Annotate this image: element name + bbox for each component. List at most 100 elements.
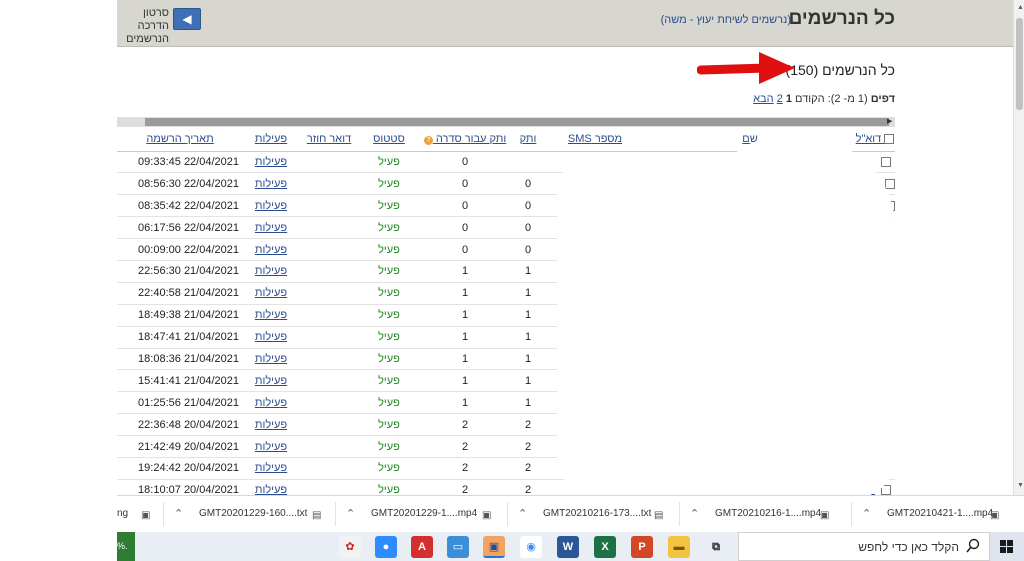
horizontal-scrollbar-thumb[interactable] bbox=[145, 118, 889, 126]
actions-link[interactable]: פעילות bbox=[243, 479, 299, 495]
download-item[interactable]: ⌃ GMT20201229-1....mp4 ▣ bbox=[336, 496, 508, 533]
pager-page-2[interactable]: 2 bbox=[777, 93, 783, 105]
bounce-cell bbox=[299, 391, 359, 415]
tag-cell: 1 bbox=[511, 304, 545, 327]
scroll-down-icon[interactable]: ▼ bbox=[1017, 482, 1024, 489]
download-item[interactable]: ⌃ GMT20210421-1....mp4 ▣ bbox=[852, 496, 1024, 533]
download-item[interactable]: ng ▣ bbox=[117, 496, 163, 533]
arrow-left-icon: ◀ bbox=[182, 12, 192, 26]
col-header-date[interactable]: תאריך הרשמה bbox=[117, 127, 243, 152]
file-explorer-icon[interactable]: ▬ bbox=[668, 536, 690, 558]
tag-cell: 2 bbox=[511, 457, 545, 480]
actions-link[interactable]: פעילות bbox=[243, 151, 299, 174]
col-header-actions[interactable]: פעילות bbox=[243, 127, 299, 152]
photos-icon[interactable]: ▭ bbox=[447, 536, 469, 558]
select-all-checkbox[interactable] bbox=[884, 133, 895, 144]
col-header-bounce[interactable]: דואר חוזר bbox=[299, 127, 359, 152]
actions-link[interactable]: פעילות bbox=[243, 348, 299, 371]
word-icon[interactable]: W bbox=[557, 536, 579, 558]
back-button[interactable]: ◀ bbox=[173, 8, 201, 30]
search-icon bbox=[966, 538, 980, 553]
col-header-tag[interactable]: ותק bbox=[511, 127, 545, 152]
taskbar-search-box[interactable]: הקלד כאן כדי לחפש bbox=[738, 532, 990, 561]
acrobat-icon[interactable]: A bbox=[411, 536, 433, 558]
row-checkbox[interactable] bbox=[881, 157, 891, 168]
actions-link[interactable]: פעילות bbox=[243, 260, 299, 283]
actions-link[interactable]: פעילות bbox=[243, 304, 299, 327]
pager-next[interactable]: הבא bbox=[753, 93, 773, 105]
video-file-icon: ▣ bbox=[482, 510, 492, 521]
actions-link[interactable]: פעילות bbox=[243, 369, 299, 393]
col-header-sms[interactable]: מספר SMS bbox=[545, 127, 645, 152]
actions-link[interactable]: פעילות bbox=[243, 391, 299, 415]
chevron-up-icon[interactable]: ⌃ bbox=[518, 507, 527, 520]
select-all-checkbox-cell[interactable]: דוא"ל bbox=[855, 127, 895, 152]
actions-link[interactable]: פעילות bbox=[243, 413, 299, 437]
tag-cell: 1 bbox=[511, 391, 545, 415]
vertical-scrollbar-thumb[interactable] bbox=[1016, 18, 1023, 110]
pager-prev: הקודם bbox=[795, 93, 825, 105]
status-cell: פעיל bbox=[359, 391, 419, 415]
excel-icon[interactable]: X bbox=[594, 536, 616, 558]
tag-series-cell: 2 bbox=[419, 413, 511, 437]
tag-cell: 2 bbox=[511, 435, 545, 458]
task-view-icon[interactable]: ⧉ bbox=[705, 536, 727, 558]
tag-series-cell: 2 bbox=[419, 435, 511, 458]
chevron-up-icon[interactable]: ⌃ bbox=[690, 507, 699, 520]
zoom-icon[interactable]: ● bbox=[375, 536, 397, 558]
row-checkbox[interactable] bbox=[884, 178, 895, 189]
windows-taskbar: %. ✿ ● A ▭ ▣ ◉ W X P ▬ ⧉ הקלד כאן כדי לח… bbox=[117, 532, 1024, 561]
date-cell: 22/04/2021 09:33:45 bbox=[117, 151, 243, 174]
actions-link[interactable]: פעילות bbox=[243, 435, 299, 458]
bounce-cell bbox=[299, 304, 359, 327]
powerpoint-icon[interactable]: P bbox=[631, 536, 653, 558]
col-header-status[interactable]: סטטוס bbox=[359, 127, 419, 152]
remote-desktop-icon[interactable]: ▣ bbox=[483, 536, 505, 558]
date-cell: 21/04/2021 15:41:41 bbox=[117, 369, 243, 393]
chevron-up-icon[interactable]: ⌃ bbox=[174, 507, 183, 520]
bounce-cell bbox=[299, 216, 359, 240]
bounce-cell bbox=[299, 435, 359, 458]
tag-cell: 0 bbox=[511, 172, 545, 196]
pager-current-page: 1 bbox=[785, 93, 792, 105]
horizontal-scrollbar[interactable]: ▶ bbox=[117, 117, 895, 127]
status-cell: פעיל bbox=[359, 326, 419, 349]
bounce-cell bbox=[299, 326, 359, 349]
pager: דפים (1 מ- 2): הקודם 1 2 הבא bbox=[753, 93, 895, 105]
actions-link[interactable]: פעילות bbox=[243, 457, 299, 480]
actions-link[interactable]: פעילות bbox=[243, 194, 299, 218]
pager-range: (1 מ- 2): bbox=[827, 93, 868, 105]
col-header-tag-series[interactable]: ותק עבור סדרה ? bbox=[419, 127, 511, 152]
chrome-icon[interactable]: ◉ bbox=[520, 536, 542, 558]
start-button[interactable] bbox=[990, 532, 1024, 561]
download-item[interactable]: ⌃ GMT20210216-173....txt ▤ bbox=[508, 496, 680, 533]
download-item[interactable]: ⌃ GMT20210216-1....mp4 ▣ bbox=[680, 496, 852, 533]
help-icon[interactable]: ? bbox=[423, 135, 433, 145]
actions-link[interactable]: פעילות bbox=[243, 326, 299, 349]
actions-link[interactable]: פעילות bbox=[243, 216, 299, 240]
col-header-email[interactable]: דוא"ל bbox=[856, 133, 882, 145]
tag-series-cell: 0 bbox=[419, 216, 511, 240]
actions-link[interactable]: פעילות bbox=[243, 238, 299, 261]
bounce-cell bbox=[299, 413, 359, 437]
actions-link[interactable]: פעילות bbox=[243, 282, 299, 305]
actions-link[interactable]: פעילות bbox=[243, 172, 299, 196]
bounce-cell bbox=[299, 369, 359, 393]
scroll-up-icon[interactable]: ▲ bbox=[1017, 4, 1024, 11]
tag-series-cell: 1 bbox=[419, 348, 511, 371]
chevron-up-icon[interactable]: ⌃ bbox=[346, 507, 355, 520]
tag-series-cell: 1 bbox=[419, 369, 511, 393]
tag-cell: 1 bbox=[511, 326, 545, 349]
settings-app-icon[interactable]: ✿ bbox=[339, 536, 361, 558]
chevron-up-icon[interactable]: ⌃ bbox=[862, 507, 871, 520]
scroll-right-icon[interactable]: ▶ bbox=[887, 117, 892, 125]
download-item[interactable]: ⌃ GMT20201229-160....txt ▤ bbox=[164, 496, 336, 533]
text-file-icon: ▤ bbox=[654, 510, 664, 521]
status-cell: פעיל bbox=[359, 260, 419, 283]
download-filename: ng bbox=[117, 508, 129, 519]
tag-cell: 1 bbox=[511, 348, 545, 371]
col-header-tag-series-label[interactable]: ותק עבור סדרה bbox=[436, 133, 506, 145]
vertical-scrollbar[interactable]: ▲ ▼ bbox=[1013, 0, 1024, 495]
download-filename: GMT20210216-1....mp4 bbox=[715, 508, 822, 519]
tag-cell: 2 bbox=[511, 413, 545, 437]
